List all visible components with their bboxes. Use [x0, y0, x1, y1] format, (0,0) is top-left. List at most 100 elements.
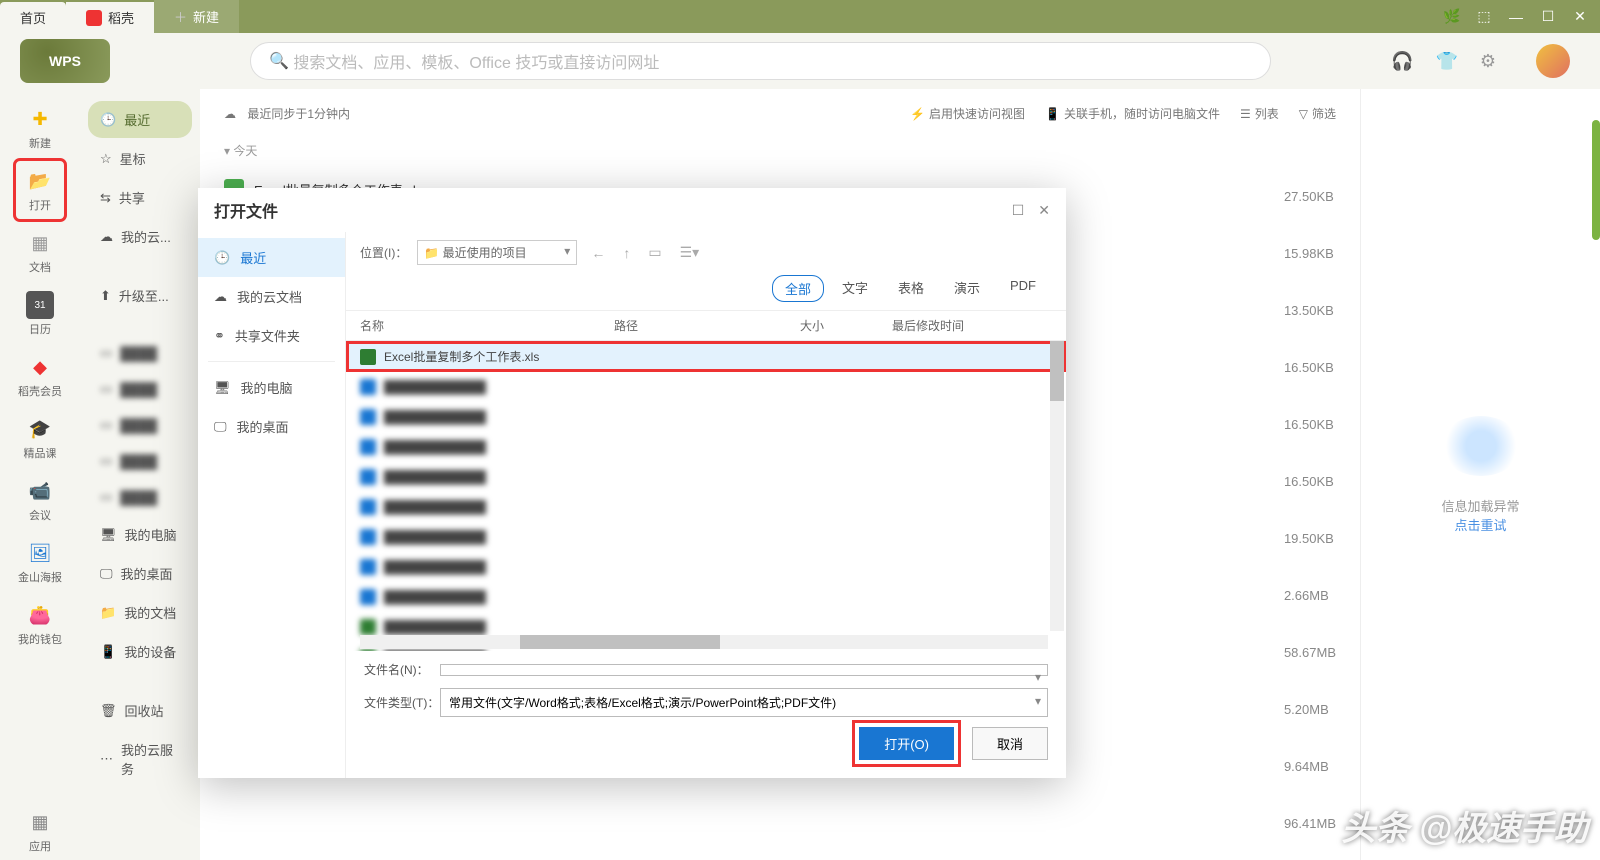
col-size[interactable]: 大小	[800, 317, 892, 334]
file-row[interactable]: ████████████	[346, 432, 1066, 462]
search-placeholder: 搜索文档、应用、模板、Office 技巧或直接访问网址	[293, 49, 659, 73]
leftrail: ✚新建 📂打开 ▦文档 31日历 ◆稻壳会员 🎓精品课 📹会议 🖼金山海报 👛我…	[0, 89, 80, 860]
devices-icon: 📱	[100, 644, 116, 660]
file-size: 19.50KB	[1284, 531, 1336, 546]
app-tabbar: 首页 稻壳 ＋新建 🌿 ⬚ — ☐ ✕	[0, 0, 1600, 33]
search-icon: 🔍	[269, 51, 289, 71]
dialog-close[interactable]: ✕	[1038, 202, 1050, 219]
phone-link[interactable]: 📱 关联手机，随时访问电脑文件	[1045, 105, 1220, 122]
ms-pc[interactable]: 🖥我的电脑	[198, 368, 345, 407]
sp-docs[interactable]: 📁我的文档	[88, 594, 192, 631]
sp-blur4[interactable]: ▭████	[88, 444, 192, 478]
window-skin-icon[interactable]: ⬚	[1472, 5, 1496, 29]
col-date[interactable]: 最后修改时间	[892, 317, 1052, 334]
new-folder-icon[interactable]: ▭	[644, 244, 665, 261]
filetype-select[interactable]: 常用文件(文字/Word格式;表格/Excel格式;演示/PowerPoint格…	[440, 688, 1048, 717]
tab-new[interactable]: ＋新建	[154, 0, 239, 33]
satellite-icon	[1441, 416, 1521, 476]
rail-meeting[interactable]: 📹会议	[16, 471, 64, 529]
tab-home[interactable]: 首页	[0, 2, 66, 33]
sp-upgrade[interactable]: ⬆升级至...	[88, 277, 192, 314]
poster-icon: 🖼	[26, 539, 54, 567]
filter-text[interactable]: 文字	[830, 275, 880, 302]
location-select[interactable]: 📁 最近使用的项目	[417, 240, 577, 265]
sp-cloud[interactable]: ☁我的云...	[88, 218, 192, 255]
window-maximize[interactable]: ☐	[1536, 5, 1560, 29]
quick-access-toggle[interactable]: ⚡ 启用快速访问视图	[910, 105, 1025, 122]
view-mode-icon[interactable]: ☰▾	[676, 244, 704, 261]
sp-cloudsvc[interactable]: ⋯我的云服务	[88, 731, 192, 787]
page-scrollbar[interactable]	[1592, 120, 1600, 240]
rail-wallet[interactable]: 👛我的钱包	[16, 595, 64, 653]
rail-new[interactable]: ✚新建	[16, 99, 64, 157]
col-path[interactable]: 路径	[614, 317, 800, 334]
sp-blur2[interactable]: ▭████	[88, 372, 192, 406]
sp-devices[interactable]: 📱我的设备	[88, 633, 192, 670]
dialog-maximize[interactable]: ☐	[1012, 202, 1025, 219]
rail-docer-vip[interactable]: ◆稻壳会员	[16, 347, 64, 405]
tab-new-label: 新建	[193, 7, 219, 26]
window-close[interactable]: ✕	[1568, 5, 1592, 29]
headset-icon[interactable]: 🎧	[1391, 51, 1413, 72]
file-row[interactable]: ████████████	[346, 492, 1066, 522]
open-folder-icon: 📂	[26, 167, 54, 195]
nav-back-icon[interactable]: ←	[587, 245, 609, 261]
rail-poster[interactable]: 🖼金山海报	[16, 533, 64, 591]
user-avatar[interactable]	[1536, 44, 1570, 78]
file-row[interactable]: ████████████	[346, 552, 1066, 582]
filter-pdf[interactable]: PDF	[998, 275, 1048, 302]
sp-recent[interactable]: 🕒最近	[88, 101, 192, 138]
open-button[interactable]: 打开(O)	[859, 727, 954, 760]
ms-shared[interactable]: ⚭共享文件夹	[198, 316, 345, 355]
list-body: Excel批量复制多个工作表.xls ████████████ ████████…	[346, 341, 1066, 651]
scrollbar-horizontal[interactable]	[360, 635, 1048, 649]
ms-recent[interactable]: 🕒最近	[198, 238, 345, 277]
filename-input[interactable]	[440, 664, 1048, 676]
sp-blur5[interactable]: ▭████	[88, 480, 192, 514]
cancel-button[interactable]: 取消	[972, 727, 1048, 760]
file-size: 96.41MB	[1284, 816, 1336, 831]
nav-up-icon[interactable]: ↑	[619, 245, 634, 261]
rail-open[interactable]: 📂打开	[16, 161, 64, 219]
file-row[interactable]: ████████████	[346, 582, 1066, 612]
file-row[interactable]: ████████████	[346, 402, 1066, 432]
filter-all[interactable]: 全部	[772, 275, 824, 302]
sync-status: ☁ 最近同步于1分钟内	[224, 105, 350, 122]
gear-icon[interactable]: ⚙	[1480, 51, 1496, 72]
ms-cloud[interactable]: ☁我的云文档	[198, 277, 345, 316]
col-name[interactable]: 名称	[360, 317, 614, 334]
upgrade-icon: ⬆	[100, 288, 111, 304]
file-row[interactable]: ████████████	[346, 462, 1066, 492]
sp-pc[interactable]: 🖥我的电脑	[88, 516, 192, 553]
trash-icon: 🗑	[100, 703, 117, 719]
view-list[interactable]: ☰ 列表	[1240, 105, 1279, 122]
sp-blur1[interactable]: ▭████	[88, 336, 192, 370]
file-row[interactable]: ████████████	[346, 372, 1066, 402]
tab-docer[interactable]: 稻壳	[66, 2, 154, 33]
filter-toggle[interactable]: ▽ 筛选	[1299, 105, 1336, 122]
ms-desktop[interactable]: 🖵我的桌面	[198, 407, 345, 446]
retry-link[interactable]: 点击重试	[1454, 515, 1506, 534]
desktop-icon: 🖵	[214, 419, 227, 435]
graduation-icon: 🎓	[26, 415, 54, 443]
file-row[interactable]: ████████████	[346, 522, 1066, 552]
rail-calendar[interactable]: 31日历	[16, 285, 64, 343]
wallet-icon: 👛	[26, 601, 54, 629]
window-minimize[interactable]: —	[1504, 5, 1528, 29]
rail-course[interactable]: 🎓精品课	[16, 409, 64, 467]
rail-docs[interactable]: ▦文档	[16, 223, 64, 281]
sp-share[interactable]: ⇆共享	[88, 179, 192, 216]
scrollbar-vertical[interactable]	[1050, 341, 1064, 631]
search-input[interactable]: 🔍 搜索文档、应用、模板、Office 技巧或直接访问网址	[250, 42, 1271, 80]
filter-sheet[interactable]: 表格	[886, 275, 936, 302]
filter-slide[interactable]: 演示	[942, 275, 992, 302]
sp-recycle[interactable]: 🗑回收站	[88, 692, 192, 729]
tshirt-icon[interactable]: 👕	[1435, 51, 1457, 72]
rail-apps[interactable]: ▦应用	[16, 802, 64, 860]
sp-desktop[interactable]: 🖵我的桌面	[88, 555, 192, 592]
sp-star[interactable]: ☆星标	[88, 140, 192, 177]
file-row-selected[interactable]: Excel批量复制多个工作表.xls	[346, 341, 1066, 372]
file-size: 16.50KB	[1284, 417, 1336, 432]
star-icon: ☆	[100, 151, 112, 167]
sp-blur3[interactable]: ▭████	[88, 408, 192, 442]
